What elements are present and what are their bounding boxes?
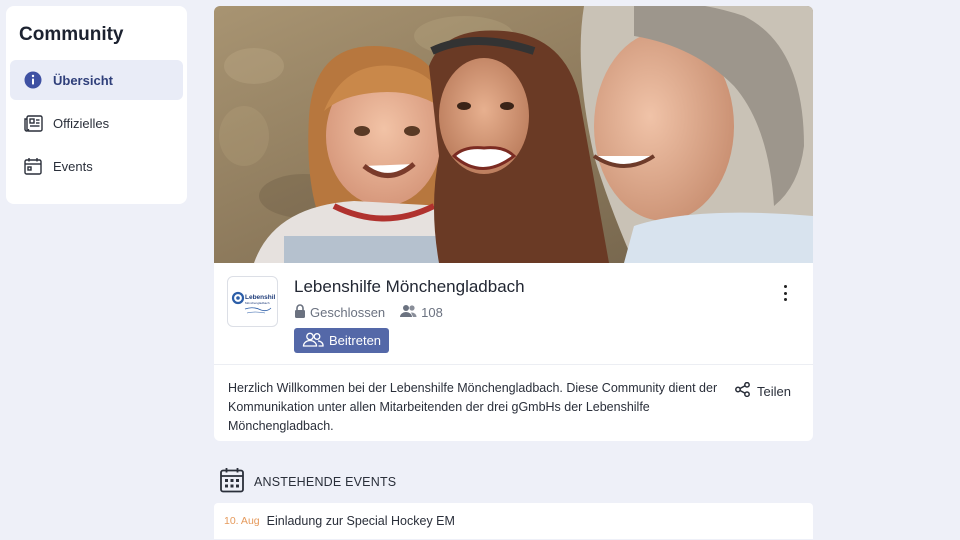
calendar-grid-icon	[220, 467, 254, 498]
newspaper-icon	[23, 113, 43, 133]
community-description: Herzlich Willkommen bei der Lebenshilfe …	[214, 365, 813, 441]
member-count-value: 108	[421, 305, 443, 320]
main-content: Lebenshilfe Mönchengladbach Lebenshilfe …	[214, 6, 813, 539]
community-name: Lebenshilfe Mönchengladbach	[294, 277, 525, 296]
events-section-title: ANSTEHENDE EVENTS	[254, 475, 397, 489]
info-icon	[23, 70, 43, 90]
description-text: Herzlich Willkommen bei der Lebenshilfe …	[228, 381, 718, 433]
sidebar-item-label: Events	[53, 158, 93, 174]
users-icon	[399, 304, 421, 321]
sidebar-item-events[interactable]: Events	[10, 146, 183, 186]
community-meta: Geschlossen 108	[294, 304, 457, 321]
share-icon	[735, 381, 757, 400]
community-header: Lebenshilfe Mönchengladbach Lebenshilfe …	[214, 263, 813, 365]
share-label: Teilen	[757, 383, 791, 399]
member-count: 108	[399, 304, 443, 321]
join-users-icon	[302, 332, 329, 350]
sidebar-item-label: Offizielles	[53, 115, 110, 131]
privacy-status: Geschlossen	[294, 304, 385, 321]
more-options-button[interactable]	[779, 283, 791, 303]
join-button-label: Beitreten	[329, 333, 382, 348]
cover-image	[214, 6, 813, 263]
svg-text:Lebenshilfe: Lebenshilfe	[245, 294, 275, 301]
events-section-header: ANSTEHENDE EVENTS	[214, 467, 813, 498]
sidebar-item-uebersicht[interactable]: Übersicht	[10, 60, 183, 100]
share-button[interactable]: Teilen	[735, 381, 791, 400]
privacy-label: Geschlossen	[310, 305, 386, 320]
sidebar-title: Community	[19, 24, 124, 45]
svg-text:Mönchengladbach: Mönchengladbach	[245, 301, 270, 305]
join-button[interactable]: Beitreten	[294, 328, 390, 353]
sidebar: Community Übersicht Offizielles Events	[6, 6, 187, 204]
lock-icon	[294, 304, 310, 321]
community-logo: Lebenshilfe Mönchengladbach	[227, 276, 278, 327]
sidebar-item-offizielles[interactable]: Offizielles	[10, 103, 183, 143]
sidebar-item-label: Übersicht	[53, 72, 113, 88]
event-name: Einladung zur Special Hockey EM	[266, 514, 455, 528]
event-date: 10. Aug	[224, 515, 260, 527]
event-list-item[interactable]: 10. Aug Einladung zur Special Hockey EM	[214, 503, 813, 539]
calendar-icon	[23, 156, 43, 176]
